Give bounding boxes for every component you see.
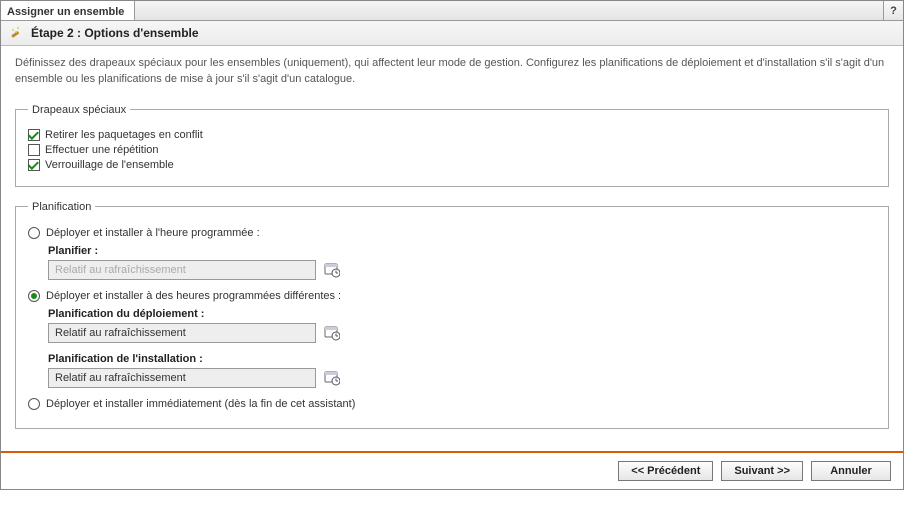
field-label: Planification du déploiement : bbox=[48, 308, 876, 320]
help-button[interactable]: ? bbox=[883, 1, 903, 20]
titlebar-spacer bbox=[135, 1, 883, 20]
titlebar: Assigner un ensemble ? bbox=[1, 1, 903, 21]
schedule-legend: Planification bbox=[28, 201, 95, 213]
checkbox-lock-bundle[interactable] bbox=[28, 159, 40, 171]
radio-immediate[interactable] bbox=[28, 398, 40, 410]
schedule-sub-same: Planifier : bbox=[48, 245, 876, 280]
flags-legend: Drapeaux spéciaux bbox=[28, 104, 130, 116]
calendar-icon[interactable] bbox=[324, 370, 340, 386]
checkbox-remove-conflicts[interactable] bbox=[28, 129, 40, 141]
checkbox-label: Effectuer une répétition bbox=[45, 144, 159, 156]
dialog-body: Définissez des drapeaux spéciaux pour le… bbox=[1, 46, 903, 451]
field-row bbox=[48, 260, 876, 280]
step-title: Étape 2 : Options d'ensemble bbox=[31, 26, 199, 40]
radio-row: Déployer et installer à l'heure programm… bbox=[28, 227, 876, 239]
radio-row: Déployer et installer immédiatement (dès… bbox=[28, 398, 876, 410]
installation-schedule-input[interactable] bbox=[48, 368, 316, 388]
checkbox-label: Retirer les paquetages en conflit bbox=[45, 129, 203, 141]
intro-text: Définissez des drapeaux spéciaux pour le… bbox=[15, 56, 889, 88]
wizard-step-icon bbox=[9, 25, 25, 41]
cancel-button[interactable]: Annuler bbox=[811, 461, 891, 481]
radio-label: Déployer et installer à des heures progr… bbox=[46, 290, 341, 302]
radio-label: Déployer et installer à l'heure programm… bbox=[46, 227, 260, 239]
field-row bbox=[48, 368, 876, 388]
checkbox-repeat[interactable] bbox=[28, 144, 40, 156]
deployment-schedule-input[interactable] bbox=[48, 323, 316, 343]
window-title-tab: Assigner un ensemble bbox=[1, 1, 135, 20]
schedule-input-plan[interactable] bbox=[48, 260, 316, 280]
field-row bbox=[48, 323, 876, 343]
footer: << Précédent Suivant >> Annuler bbox=[1, 453, 903, 489]
radio-row: Déployer et installer à des heures progr… bbox=[28, 290, 876, 302]
radio-scheduled-same[interactable] bbox=[28, 227, 40, 239]
prev-button[interactable]: << Précédent bbox=[618, 461, 713, 481]
field-label: Planification de l'installation : bbox=[48, 353, 876, 365]
flags-fieldset: Drapeaux spéciaux Retirer les paquetages… bbox=[15, 104, 889, 187]
field-label: Planifier : bbox=[48, 245, 876, 257]
checkbox-label: Verrouillage de l'ensemble bbox=[45, 159, 174, 171]
window-title: Assigner un ensemble bbox=[7, 6, 124, 18]
dialog-window: Assigner un ensemble ? Étape 2 : Options… bbox=[0, 0, 904, 490]
checkbox-row: Verrouillage de l'ensemble bbox=[28, 159, 876, 171]
step-header: Étape 2 : Options d'ensemble bbox=[1, 21, 903, 46]
calendar-icon[interactable] bbox=[324, 325, 340, 341]
radio-scheduled-different[interactable] bbox=[28, 290, 40, 302]
calendar-icon[interactable] bbox=[324, 262, 340, 278]
schedule-fieldset: Planification Déployer et installer à l'… bbox=[15, 201, 889, 429]
schedule-sub-different: Planification du déploiement : bbox=[48, 308, 876, 388]
checkbox-row: Effectuer une répétition bbox=[28, 144, 876, 156]
checkbox-row: Retirer les paquetages en conflit bbox=[28, 129, 876, 141]
radio-label: Déployer et installer immédiatement (dès… bbox=[46, 398, 355, 410]
next-button[interactable]: Suivant >> bbox=[721, 461, 803, 481]
